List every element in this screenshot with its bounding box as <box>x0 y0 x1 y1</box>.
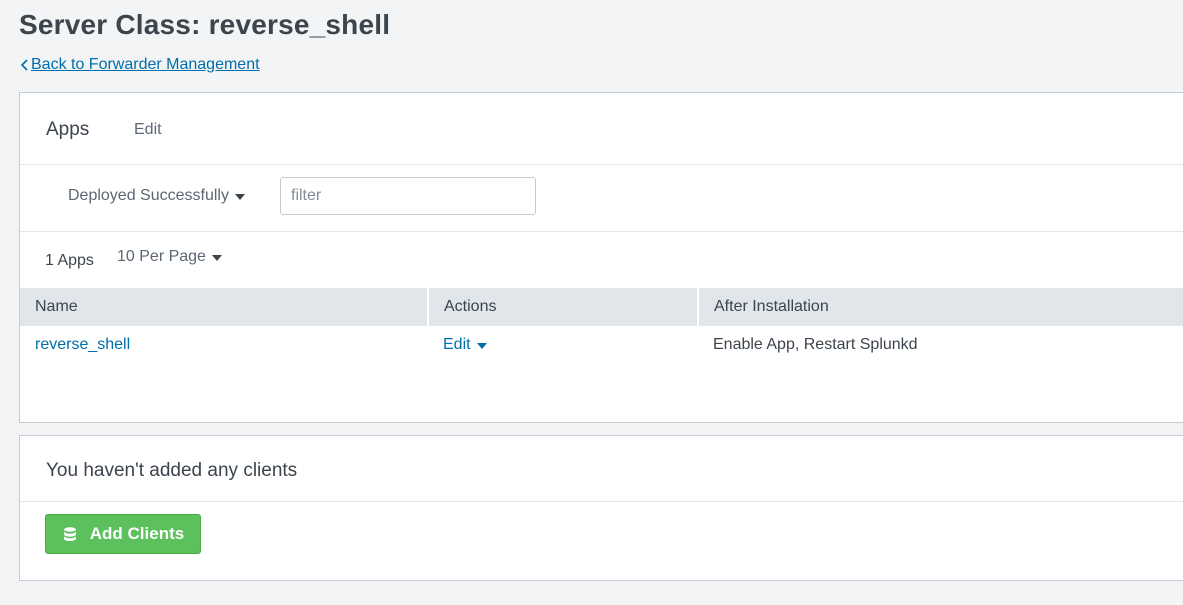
edit-action-label: Edit <box>443 336 471 353</box>
actions-cell: Edit <box>428 326 698 364</box>
apps-table: Name Actions After Installation reverse_… <box>20 288 1183 364</box>
apps-filter-row: Deployed Successfully <box>20 165 1183 232</box>
column-header-after-installation: After Installation <box>698 288 1183 326</box>
table-row: reverse_shell Edit Enable App, Restart S… <box>20 326 1183 364</box>
deploy-status-label: Deployed Successfully <box>68 187 229 204</box>
chevron-left-icon <box>20 59 28 71</box>
after-installation-cell: Enable App, Restart Splunkd <box>713 336 918 353</box>
page-title: Server Class: reverse_shell <box>19 9 391 40</box>
add-clients-button[interactable]: Add Clients <box>45 514 201 554</box>
table-header-row: Name Actions After Installation <box>20 288 1183 326</box>
app-name-link[interactable]: reverse_shell <box>35 336 130 353</box>
per-page-dropdown[interactable]: 10 Per Page <box>117 248 222 266</box>
caret-down-icon <box>234 193 245 200</box>
app-name-cell: reverse_shell <box>20 326 428 364</box>
per-page-label: 10 Per Page <box>117 248 206 265</box>
apps-panel-title: Apps <box>46 119 90 140</box>
apps-filter-input[interactable] <box>280 177 536 215</box>
add-clients-label: Add Clients <box>89 524 185 543</box>
apps-edit-button[interactable]: Edit <box>134 121 162 139</box>
column-header-name[interactable]: Name <box>20 288 429 326</box>
column-header-actions: Actions <box>428 288 699 326</box>
clients-panel: You haven't added any clients Add Client… <box>19 435 1183 581</box>
edit-actions-dropdown[interactable]: Edit <box>443 336 487 354</box>
apps-panel-header: Apps Edit <box>20 93 1183 165</box>
back-to-forwarder-management-link[interactable]: Back to Forwarder Management <box>19 56 260 74</box>
caret-down-icon <box>476 342 487 349</box>
clients-panel-header: You haven't added any clients <box>20 436 1183 502</box>
apps-count-row: 1 Apps 10 Per Page <box>20 232 1183 288</box>
caret-down-icon <box>211 254 222 261</box>
deploy-status-dropdown[interactable]: Deployed Successfully <box>68 187 245 205</box>
apps-count: 1 Apps <box>45 252 94 269</box>
database-icon <box>63 527 76 541</box>
no-clients-message: You haven't added any clients <box>46 460 298 481</box>
back-link-label: Back to Forwarder Management <box>31 56 260 73</box>
apps-panel: Apps Edit Deployed Successfully 1 Apps 1… <box>19 92 1183 423</box>
